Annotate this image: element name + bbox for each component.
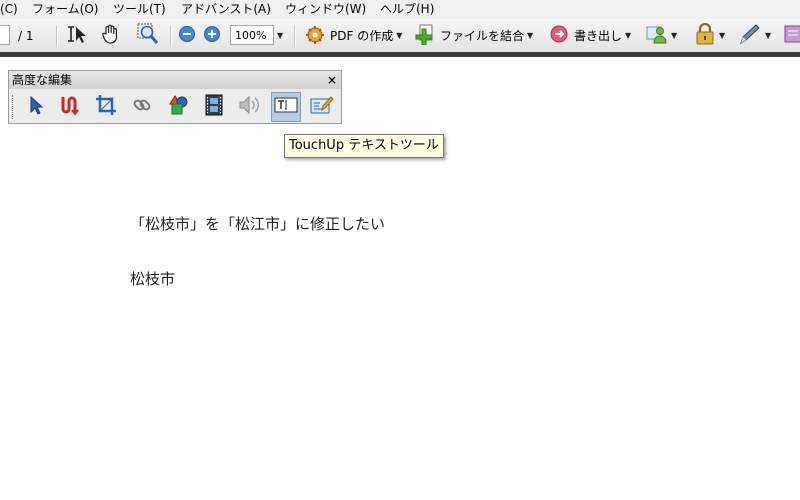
sign-button[interactable]: ▼ <box>738 19 771 52</box>
article-flow-icon <box>59 94 81 120</box>
chain-link-icon <box>131 94 153 120</box>
object-3d-tool[interactable] <box>163 92 193 122</box>
touchup-object-tool[interactable] <box>307 92 337 122</box>
collaborate-button[interactable]: ▼ <box>646 19 677 52</box>
film-strip-icon <box>204 94 224 120</box>
create-pdf-button[interactable]: PDF の作成 ▼ <box>304 19 402 52</box>
shapes-3d-icon <box>166 94 190 120</box>
security-button[interactable]: ▼ <box>694 19 725 52</box>
export-label: 書き出し <box>574 29 623 43</box>
toolbar-bottom-border <box>0 52 800 57</box>
sound-tool[interactable] <box>235 92 265 122</box>
menu-item-form[interactable]: フォーム(O) <box>32 0 98 19</box>
menu-item-c[interactable]: (C) <box>0 0 18 19</box>
select-cursor-icon <box>66 24 88 47</box>
zoom-magnifier-icon <box>137 23 161 48</box>
menu-item-help[interactable]: ヘルプ(H) <box>380 0 434 19</box>
speaker-icon <box>238 94 262 120</box>
crop-icon <box>95 94 117 120</box>
zoom-input[interactable] <box>230 25 274 45</box>
marquee-zoom-tool[interactable] <box>137 19 161 52</box>
article-tool[interactable] <box>55 92 85 122</box>
comment-icon <box>784 23 800 48</box>
user-review-icon <box>646 23 668 48</box>
export-icon <box>548 23 570 48</box>
crop-tool[interactable] <box>91 92 121 122</box>
menu-bar: (C) フォーム(O) ツール(T) アドバンスト(A) ウィンドウ(W) ヘル… <box>0 0 800 19</box>
touchup-text-tool[interactable] <box>271 92 301 122</box>
hand-icon <box>100 23 122 48</box>
menu-item-advanced[interactable]: アドバンスト(A) <box>181 0 271 19</box>
toolbar-separator <box>294 25 296 47</box>
zoom-in-button[interactable] <box>203 19 221 52</box>
zoom-out-button[interactable] <box>178 19 196 52</box>
video-tool[interactable] <box>199 92 229 122</box>
advanced-editing-toolbar: 高度な編集 × <box>8 70 342 124</box>
select-object-tool[interactable] <box>21 92 51 122</box>
chevron-down-icon: ▼ <box>765 31 772 40</box>
menu-item-tools[interactable]: ツール(T) <box>113 0 166 19</box>
edit-object-icon <box>310 94 334 120</box>
zoom-dropdown[interactable]: ▼ <box>274 19 283 52</box>
toolbar-separator <box>56 25 58 47</box>
panel-title: 高度な編集 <box>12 73 73 87</box>
chevron-down-icon: ▼ <box>396 31 403 40</box>
lock-icon <box>694 22 716 48</box>
page-total: / 1 <box>18 28 34 43</box>
toolbar-separator <box>170 25 172 47</box>
select-text-tool[interactable] <box>66 19 88 52</box>
export-button[interactable]: 書き出し ▼ <box>548 19 631 52</box>
comment-button[interactable] <box>784 19 800 52</box>
chevron-down-icon: ▼ <box>719 31 726 40</box>
main-toolbar: / 1 ▼ PDF の作成 ▼ ファイルを結合 ▼ 書き出し ▼ ▼ ▼ ▼ <box>0 19 800 52</box>
document-text-line[interactable]: 「松枝市」を「松江市」に修正したい <box>130 213 385 234</box>
pen-icon <box>738 23 762 48</box>
chevron-down-icon: ▼ <box>277 31 284 40</box>
combine-files-button[interactable]: ファイルを結合 ▼ <box>414 19 533 52</box>
hand-tool[interactable] <box>100 19 122 52</box>
chevron-down-icon: ▼ <box>625 31 632 40</box>
combine-files-label: ファイルを結合 <box>440 29 525 43</box>
arrow-pointer-icon <box>27 95 45 119</box>
zoom-in-icon <box>203 25 221 46</box>
create-pdf-gear-icon <box>304 23 326 48</box>
document-text-line[interactable]: 松枝市 <box>130 268 175 289</box>
link-tool[interactable] <box>127 92 157 122</box>
close-icon[interactable]: × <box>327 71 337 89</box>
drag-handle[interactable] <box>12 95 15 119</box>
chevron-down-icon: ▼ <box>527 31 534 40</box>
page-number-input[interactable] <box>0 25 10 45</box>
zoom-out-icon <box>178 25 196 46</box>
touchup-text-icon <box>274 97 298 117</box>
create-pdf-label: PDF の作成 <box>330 29 394 43</box>
panel-title-bar[interactable]: 高度な編集 × <box>9 71 341 89</box>
menu-item-window[interactable]: ウィンドウ(W) <box>285 0 366 19</box>
combine-files-icon <box>414 23 436 48</box>
tooltip: TouchUp テキストツール <box>284 134 444 158</box>
chevron-down-icon: ▼ <box>671 31 678 40</box>
